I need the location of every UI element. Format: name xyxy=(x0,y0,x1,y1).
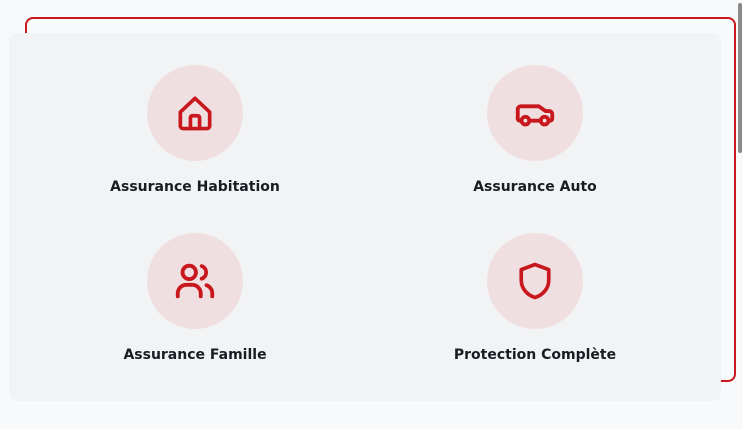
service-label: Assurance Habitation xyxy=(110,179,280,195)
service-label: Protection Complète xyxy=(453,347,617,363)
shield-icon xyxy=(513,259,557,303)
services-card: Assurance Habitation Assurance Auto Assu… xyxy=(9,33,721,401)
service-item-auto[interactable]: Assurance Auto xyxy=(385,33,685,195)
services-grid: Assurance Habitation Assurance Auto Assu… xyxy=(9,33,721,401)
icon-circle xyxy=(487,233,583,329)
home-icon xyxy=(173,91,217,135)
users-icon xyxy=(172,258,218,304)
car-icon xyxy=(512,90,558,136)
scrollbar[interactable] xyxy=(738,3,742,153)
icon-circle xyxy=(487,65,583,161)
icon-circle xyxy=(147,233,243,329)
service-item-famille[interactable]: Assurance Famille xyxy=(45,201,345,363)
service-label: Assurance Auto xyxy=(473,179,597,195)
icon-circle xyxy=(147,65,243,161)
service-item-protection[interactable]: Protection Complète xyxy=(385,201,685,363)
service-label: Assurance Famille xyxy=(123,347,267,363)
service-item-habitation[interactable]: Assurance Habitation xyxy=(45,33,345,195)
